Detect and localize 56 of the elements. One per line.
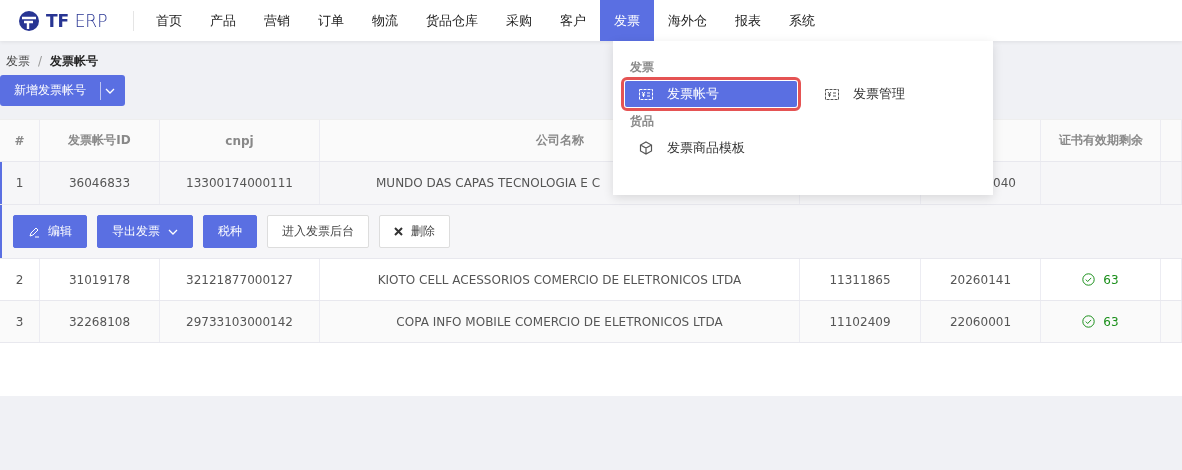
- add-invoice-account-button[interactable]: 新增发票帐号: [0, 75, 100, 106]
- action-button[interactable]: 编辑: [13, 215, 87, 248]
- check-circle-icon: [1082, 315, 1096, 328]
- table-cell: 32268108: [40, 301, 160, 342]
- breadcrumb-separator: /: [38, 54, 43, 68]
- table-cell: 1: [0, 162, 40, 204]
- nav-tab[interactable]: 货品仓库: [412, 0, 492, 41]
- nav-tab[interactable]: 报表: [721, 0, 775, 41]
- menu-section-title: 发票: [630, 59, 655, 75]
- nav-tab[interactable]: 系统: [775, 0, 829, 41]
- chevron-down-icon: [105, 87, 115, 94]
- table-cell: COPA INFO MOBILE COMERCIO DE ELETRONICOS LTDA: [320, 301, 800, 342]
- nav-tab[interactable]: 订单: [304, 0, 358, 41]
- table-cell: 29733103000142: [160, 301, 320, 342]
- logo-icon: [18, 9, 40, 32]
- action-button[interactable]: 进入发票后台: [267, 215, 369, 248]
- breadcrumb-link[interactable]: 发票: [6, 52, 30, 70]
- nav-tab[interactable]: 客户: [546, 0, 600, 41]
- column-header: 证书有效期剩余: [1041, 120, 1161, 161]
- cube-icon: [639, 141, 653, 155]
- days-remaining: 63: [1103, 314, 1119, 329]
- chevron-down-icon: [168, 228, 178, 235]
- check-circle-icon: [1082, 273, 1096, 286]
- days-remaining: 63: [1103, 272, 1119, 287]
- table-cell: 20260141: [921, 259, 1041, 300]
- action-button[interactable]: 税种: [203, 215, 257, 248]
- table-cell: 31019178: [40, 259, 160, 300]
- table-cell: 11102409: [800, 301, 921, 342]
- logo-text: TF ERP: [46, 10, 108, 31]
- table-cell: 36046833: [40, 162, 160, 204]
- nav-tab[interactable]: 营销: [250, 0, 304, 41]
- nav-tab[interactable]: 采购: [492, 0, 546, 41]
- table-cell: 13300174000111: [160, 162, 320, 204]
- receipt-icon: [639, 88, 653, 100]
- breadcrumb-current: 发票帐号: [50, 52, 99, 70]
- column-header: 发票帐号ID: [40, 120, 160, 161]
- nav-tab[interactable]: 首页: [142, 0, 196, 41]
- table-cell: KIOTO CELL ACESSORIOS COMERCIO DE ELETRONICOS LTDA: [320, 259, 800, 300]
- table-cell: 22060001: [921, 301, 1041, 342]
- receipt-icon: [825, 88, 839, 100]
- menu-item[interactable]: 发票管理: [811, 81, 991, 107]
- action-button[interactable]: 删除: [379, 215, 450, 248]
- nav-tab[interactable]: 海外仓: [654, 0, 721, 41]
- menu-item[interactable]: 发票商品模板: [625, 135, 797, 161]
- nav-tab[interactable]: 产品: [196, 0, 250, 41]
- table-cell: 32121877000127: [160, 259, 320, 300]
- column-header: cnpj: [160, 120, 320, 161]
- table-cell: 11311865: [800, 259, 921, 300]
- pencil-icon: [28, 225, 40, 238]
- nav-tab[interactable]: 物流: [358, 0, 412, 41]
- column-header: #: [0, 120, 40, 161]
- action-button[interactable]: 导出发票: [97, 215, 193, 248]
- table-cell: 2: [0, 259, 40, 300]
- close-icon: [394, 227, 403, 236]
- nav-tab[interactable]: 发票: [600, 0, 654, 41]
- table-cell: 3: [0, 301, 40, 342]
